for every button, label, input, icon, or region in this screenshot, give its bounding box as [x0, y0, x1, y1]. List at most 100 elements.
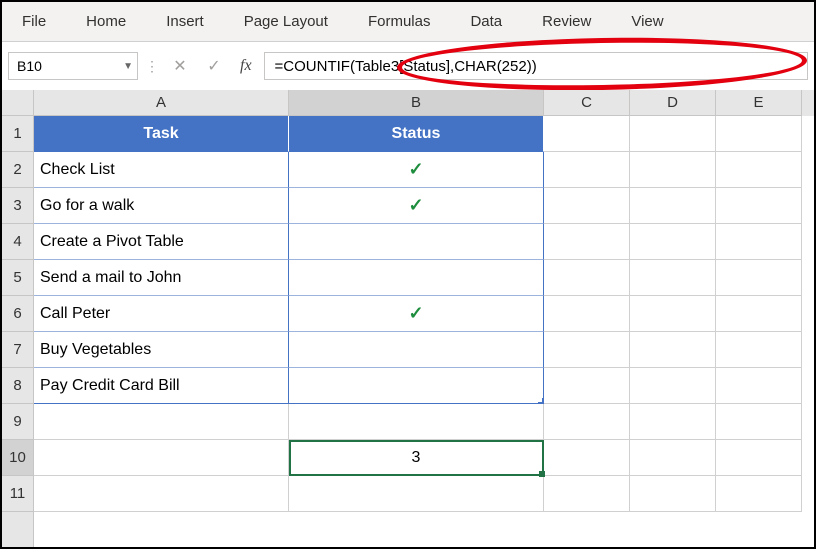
- cell[interactable]: [34, 476, 289, 512]
- formula-bar: B10 ▼ ⋮ ✕ ✓ fx =COUNTIF(Table3[Status],C…: [2, 42, 814, 90]
- name-box-dropdown-icon[interactable]: ▼: [123, 61, 133, 72]
- cell[interactable]: [716, 152, 802, 188]
- spreadsheet: 1 2 3 4 5 6 7 8 9 10 11 A B C D E Task S…: [2, 90, 814, 547]
- name-box-value: B10: [17, 58, 42, 74]
- cell[interactable]: [289, 404, 544, 440]
- tab-formulas[interactable]: Formulas: [368, 13, 431, 30]
- separator-icon: ⋮: [144, 52, 160, 80]
- cell[interactable]: [630, 152, 716, 188]
- cell[interactable]: [630, 296, 716, 332]
- cell[interactable]: [630, 260, 716, 296]
- cell[interactable]: [544, 224, 630, 260]
- row-header-8[interactable]: 8: [2, 368, 33, 404]
- tab-data[interactable]: Data: [470, 13, 502, 30]
- tab-review[interactable]: Review: [542, 13, 591, 30]
- cell[interactable]: [544, 332, 630, 368]
- cell[interactable]: [630, 368, 716, 404]
- select-all-corner[interactable]: [2, 90, 33, 116]
- cell[interactable]: [630, 404, 716, 440]
- cell-task[interactable]: Call Peter: [34, 296, 289, 332]
- cell-status[interactable]: [289, 368, 544, 404]
- row-header-5[interactable]: 5: [2, 260, 33, 296]
- column-headers: A B C D E: [34, 90, 814, 116]
- cell-task[interactable]: Pay Credit Card Bill: [34, 368, 289, 404]
- cell-task[interactable]: Buy Vegetables: [34, 332, 289, 368]
- tab-insert[interactable]: Insert: [166, 13, 204, 30]
- cell[interactable]: [544, 260, 630, 296]
- cell-status[interactable]: [289, 224, 544, 260]
- row-header-2[interactable]: 2: [2, 152, 33, 188]
- formula-input[interactable]: =COUNTIF(Table3[Status],CHAR(252)): [264, 52, 808, 80]
- row-header-1[interactable]: 1: [2, 116, 33, 152]
- cell[interactable]: [630, 476, 716, 512]
- cell[interactable]: [544, 188, 630, 224]
- cell[interactable]: [34, 404, 289, 440]
- row-headers: 1 2 3 4 5 6 7 8 9 10 11: [2, 90, 34, 547]
- cell[interactable]: [630, 188, 716, 224]
- cell[interactable]: [289, 476, 544, 512]
- cell-task[interactable]: Create a Pivot Table: [34, 224, 289, 260]
- col-header-d[interactable]: D: [630, 90, 716, 116]
- cell[interactable]: [544, 152, 630, 188]
- cell[interactable]: [544, 368, 630, 404]
- cell-status[interactable]: ✓: [289, 188, 544, 224]
- cell[interactable]: [544, 116, 630, 152]
- row-header-6[interactable]: 6: [2, 296, 33, 332]
- cell[interactable]: [716, 260, 802, 296]
- cell[interactable]: [34, 440, 289, 476]
- cell-status[interactable]: [289, 260, 544, 296]
- row-header-7[interactable]: 7: [2, 332, 33, 368]
- col-header-a[interactable]: A: [34, 90, 289, 116]
- cell[interactable]: [630, 224, 716, 260]
- grid: A B C D E Task Status Check List ✓ G: [34, 90, 814, 547]
- checkmark-icon: ✓: [408, 195, 423, 216]
- tab-home[interactable]: Home: [86, 13, 126, 30]
- cell-status[interactable]: ✓: [289, 296, 544, 332]
- tab-view[interactable]: View: [631, 13, 663, 30]
- cell[interactable]: [716, 296, 802, 332]
- cell[interactable]: [716, 440, 802, 476]
- enter-formula-icon[interactable]: ✓: [200, 52, 228, 80]
- table-resize-handle[interactable]: [538, 398, 544, 404]
- ribbon-tabs: File Home Insert Page Layout Formulas Da…: [2, 2, 814, 42]
- cell[interactable]: [630, 440, 716, 476]
- formula-text: =COUNTIF(Table3[Status],CHAR(252)): [275, 58, 537, 75]
- col-header-c[interactable]: C: [544, 90, 630, 116]
- cell[interactable]: [544, 476, 630, 512]
- checkmark-icon: ✓: [408, 159, 423, 180]
- table-header-task[interactable]: Task: [34, 116, 289, 152]
- cell[interactable]: [716, 476, 802, 512]
- cell[interactable]: [716, 116, 802, 152]
- checkmark-icon: ✓: [408, 303, 423, 324]
- cell[interactable]: [716, 404, 802, 440]
- name-box[interactable]: B10 ▼: [8, 52, 138, 80]
- cell[interactable]: [544, 404, 630, 440]
- row-header-3[interactable]: 3: [2, 188, 33, 224]
- tab-file[interactable]: File: [22, 13, 46, 30]
- cell-task[interactable]: Go for a walk: [34, 188, 289, 224]
- cell[interactable]: [716, 224, 802, 260]
- col-header-b[interactable]: B: [289, 90, 544, 116]
- cell-status[interactable]: ✓: [289, 152, 544, 188]
- cell-status[interactable]: [289, 332, 544, 368]
- table-header-status[interactable]: Status: [289, 116, 544, 152]
- cell-result[interactable]: 3: [289, 440, 544, 476]
- row-header-9[interactable]: 9: [2, 404, 33, 440]
- cell-task[interactable]: Send a mail to John: [34, 260, 289, 296]
- row-header-4[interactable]: 4: [2, 224, 33, 260]
- col-header-e[interactable]: E: [716, 90, 802, 116]
- cell[interactable]: [544, 440, 630, 476]
- tab-page-layout[interactable]: Page Layout: [244, 13, 328, 30]
- cell[interactable]: [716, 332, 802, 368]
- fx-label[interactable]: fx: [234, 57, 258, 75]
- cell-task[interactable]: Check List: [34, 152, 289, 188]
- cancel-formula-icon[interactable]: ✕: [166, 52, 194, 80]
- row-header-11[interactable]: 11: [2, 476, 33, 512]
- cell[interactable]: [544, 296, 630, 332]
- cell[interactable]: [716, 368, 802, 404]
- cell[interactable]: [630, 116, 716, 152]
- cell[interactable]: [630, 332, 716, 368]
- grid-rows: Task Status Check List ✓ Go for a walk ✓: [34, 116, 814, 512]
- row-header-10[interactable]: 10: [2, 440, 33, 476]
- cell[interactable]: [716, 188, 802, 224]
